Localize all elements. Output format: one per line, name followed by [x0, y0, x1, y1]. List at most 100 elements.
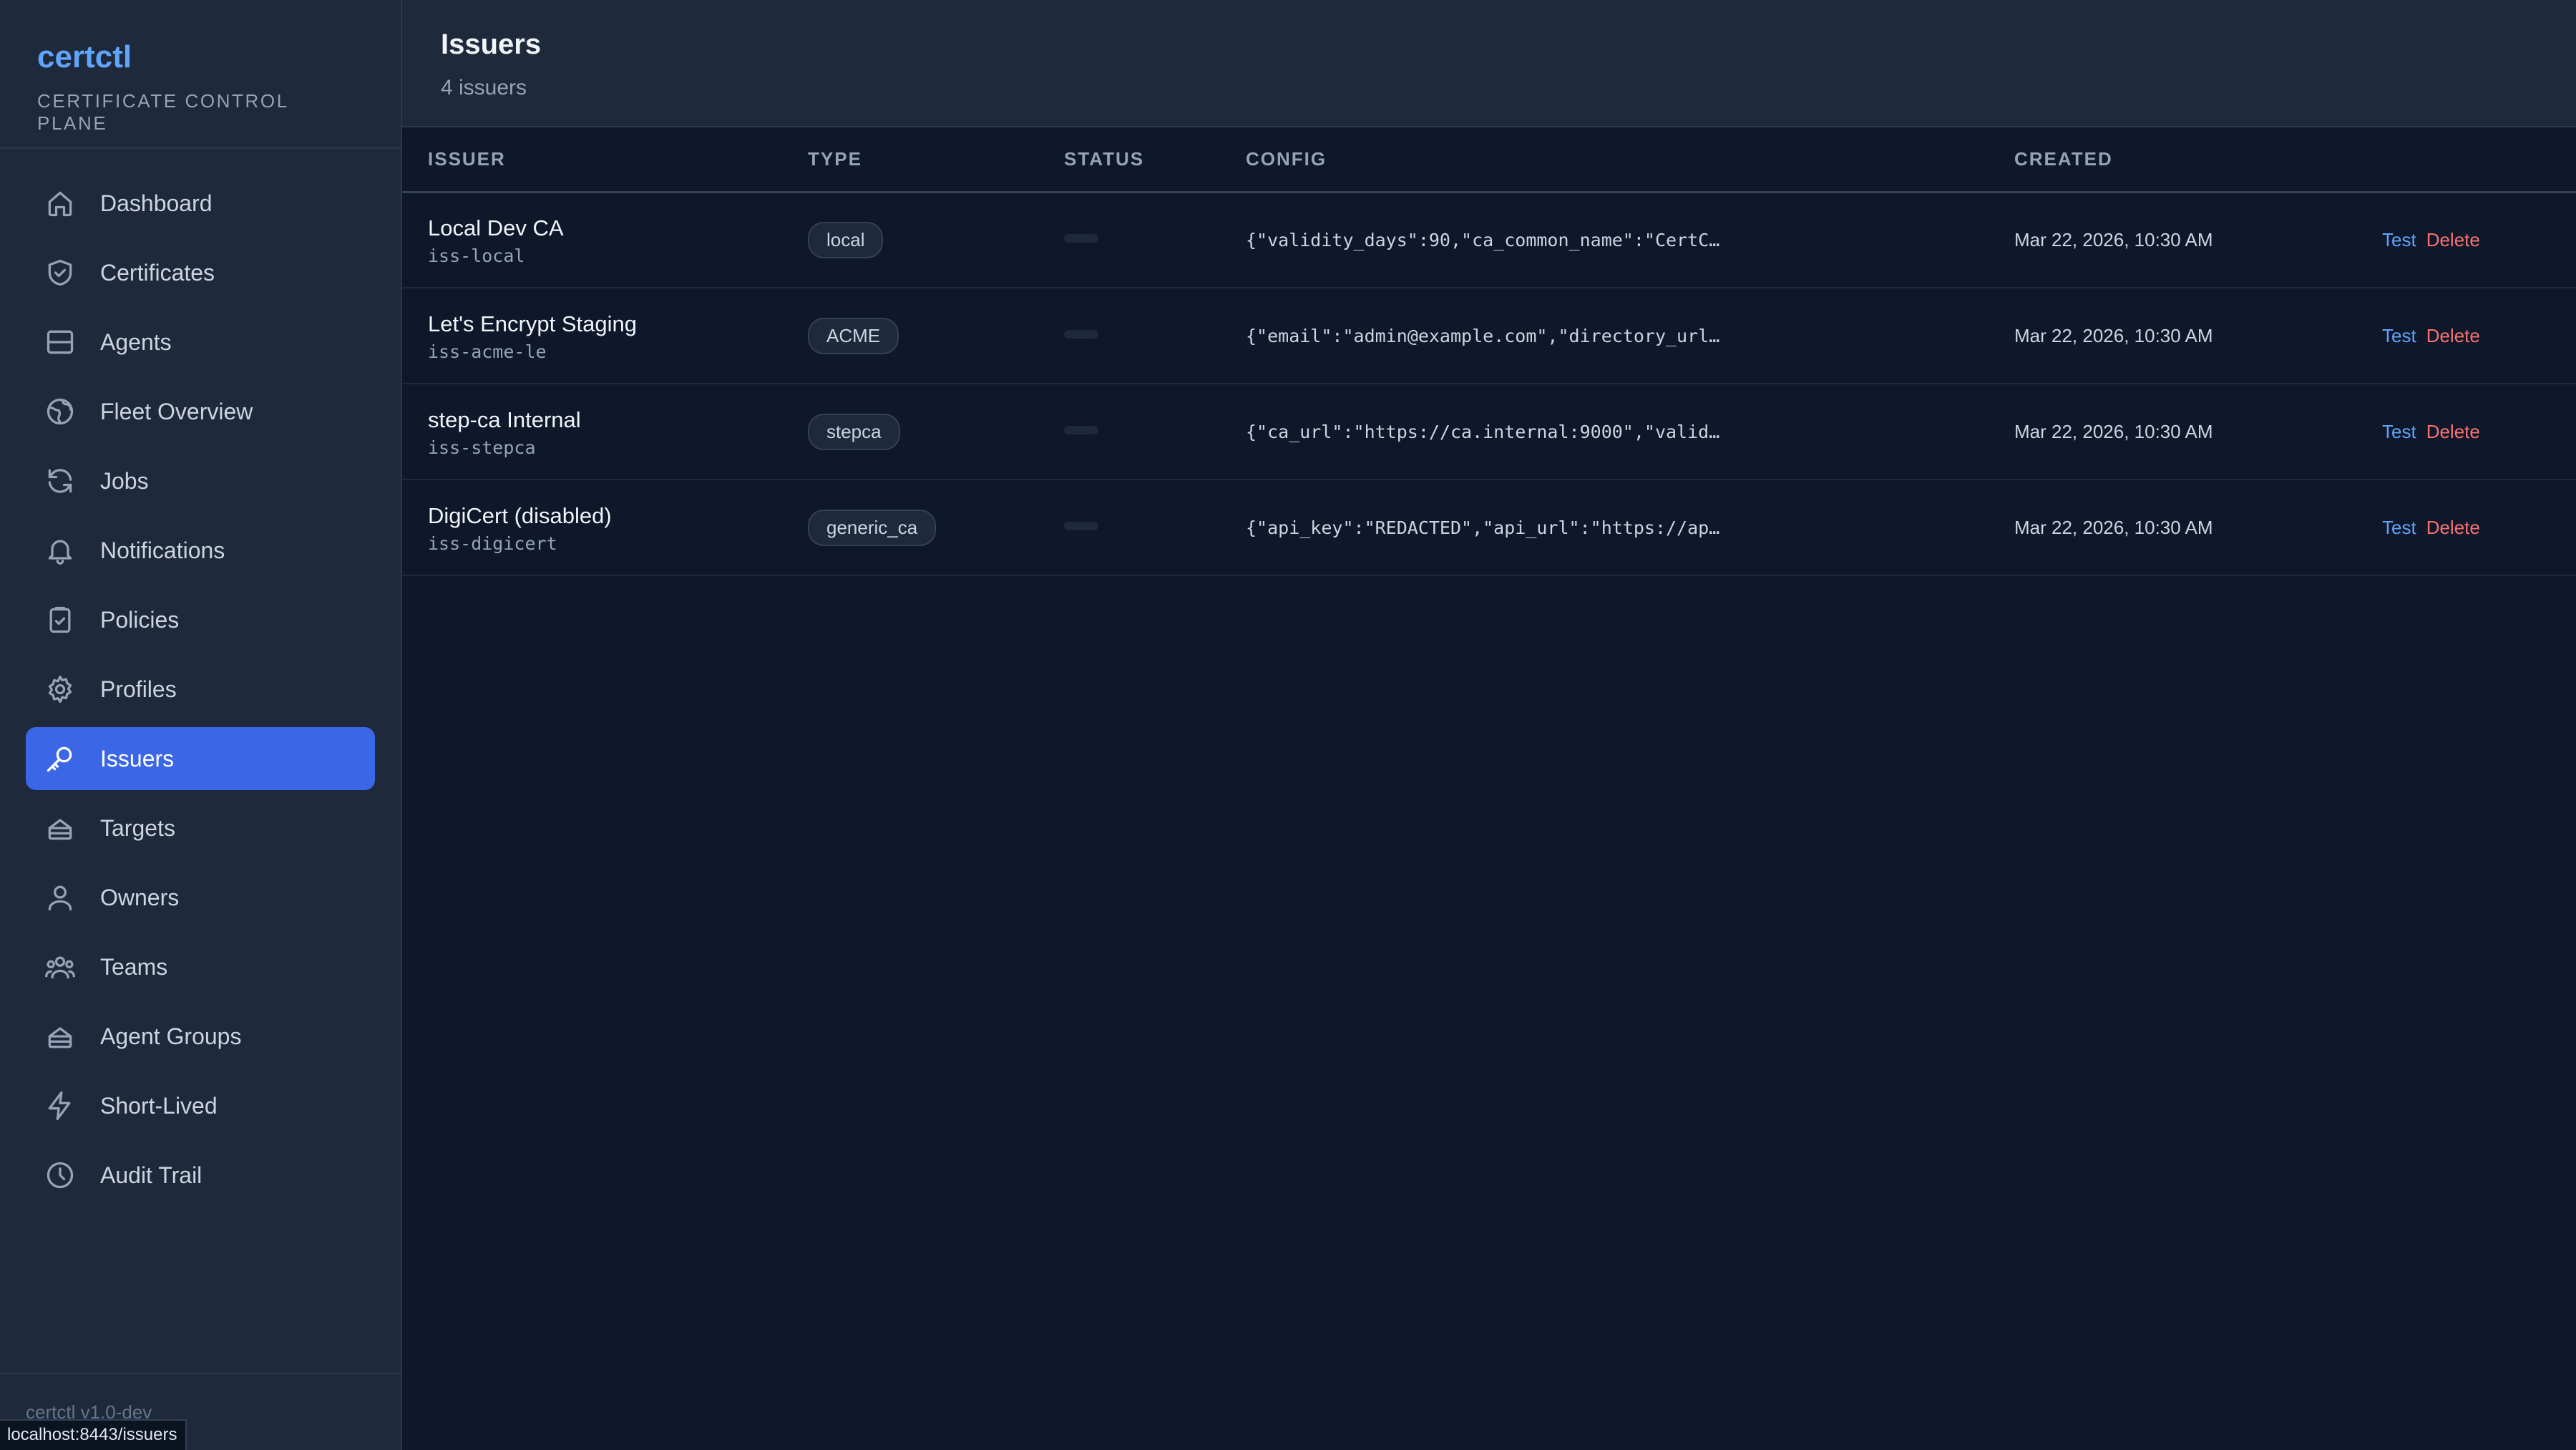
delete-button[interactable]: Delete — [2426, 229, 2480, 250]
delete-button[interactable]: Delete — [2426, 421, 2480, 442]
table-row[interactable]: DigiCert (disabled) iss-digicert generic_c… — [402, 480, 2576, 575]
globe-icon — [44, 396, 76, 427]
refresh-icon — [44, 465, 76, 497]
issuer-id: iss-stepca — [428, 437, 536, 458]
column-header-config[interactable]: CONFIG — [1220, 127, 1989, 192]
issuer-name[interactable]: Let's Encrypt Staging — [428, 310, 782, 339]
issuer-cell: Local Dev CA iss-local — [402, 192, 782, 288]
sidebar-item-notifications[interactable]: Notifications — [26, 519, 375, 582]
brand-name[interactable]: certctl — [37, 37, 364, 77]
sidebar-item-label: Dashboard — [100, 190, 213, 216]
column-header-status[interactable]: STATUS — [1038, 127, 1220, 192]
sidebar: certctl CERTIFICATE CONTROL PLANE Dashbo… — [0, 0, 402, 1450]
config-cell: {"email":"admin@example.com","directory_… — [1220, 288, 1989, 384]
sidebar-item-label: Fleet Overview — [100, 398, 253, 424]
config-json: {"email":"admin@example.com","directory_… — [1246, 325, 1720, 346]
actions-cell: Test Delete — [2356, 384, 2576, 480]
sidebar-item-agent-groups[interactable]: Agent Groups — [26, 1005, 375, 1068]
table-row[interactable]: Local Dev CA iss-local local {"validity_day… — [402, 192, 2576, 288]
status-badge — [1064, 330, 1098, 339]
issuer-cell: Let's Encrypt Staging iss-acme-le — [402, 288, 782, 384]
created-cell: Mar 22, 2026, 10:30 AM — [1989, 480, 2356, 575]
sidebar-item-fleet-overview[interactable]: Fleet Overview — [26, 380, 375, 443]
created-cell: Mar 22, 2026, 10:30 AM — [1989, 384, 2356, 480]
issuer-cell: DigiCert (disabled) iss-digicert — [402, 480, 782, 575]
created-date: Mar 22, 2026, 10:30 AM — [2014, 228, 2213, 250]
home-icon — [44, 188, 76, 219]
column-header-created[interactable]: CREATED — [1989, 127, 2356, 192]
sidebar-item-jobs[interactable]: Jobs — [26, 449, 375, 512]
created-date: Mar 22, 2026, 10:30 AM — [2014, 420, 2213, 442]
issuer-id: iss-acme-le — [428, 341, 547, 362]
sidebar-item-label: Certificates — [100, 259, 215, 286]
type-cell: ACME — [782, 288, 1038, 384]
column-header-actions — [2356, 127, 2576, 192]
type-badge: generic_ca — [808, 509, 937, 546]
sidebar-item-label: Profiles — [100, 676, 177, 702]
bell-icon — [44, 535, 76, 566]
app-root: certctl CERTIFICATE CONTROL PLANE Dashbo… — [0, 0, 2576, 1450]
sidebar-item-teams[interactable]: Teams — [26, 935, 375, 998]
brand-subtitle: CERTIFICATE CONTROL PLANE — [37, 90, 288, 134]
config-json: {"validity_days":90,"ca_common_name":"Ce… — [1246, 229, 1720, 250]
issuer-name[interactable]: Local Dev CA — [428, 214, 782, 243]
sidebar-item-label: Teams — [100, 953, 168, 980]
test-button[interactable]: Test — [2382, 517, 2416, 538]
test-button[interactable]: Test — [2382, 229, 2416, 250]
type-badge: ACME — [808, 317, 899, 354]
sidebar-item-policies[interactable]: Policies — [26, 588, 375, 651]
sidebar-item-label: Agents — [100, 329, 172, 355]
status-cell — [1038, 384, 1220, 480]
sidebar-item-label: Short-Lived — [100, 1092, 218, 1119]
status-cell — [1038, 192, 1220, 288]
sidebar-item-targets[interactable]: Targets — [26, 797, 375, 860]
sidebar-item-label: Policies — [100, 606, 180, 633]
config-json: {"ca_url":"https://ca.internal:9000","va… — [1246, 421, 1720, 442]
actions-cell: Test Delete — [2356, 480, 2576, 575]
sidebar-item-dashboard[interactable]: Dashboard — [26, 172, 375, 235]
sidebar-item-label: Audit Trail — [100, 1162, 203, 1188]
sidebar-item-owners[interactable]: Owners — [26, 866, 375, 929]
created-date: Mar 22, 2026, 10:30 AM — [2014, 324, 2213, 346]
table-row[interactable]: Let's Encrypt Staging iss-acme-le ACME {"em… — [402, 288, 2576, 384]
table-row[interactable]: step-ca Internal iss-stepca stepca {"ca_url… — [402, 384, 2576, 480]
clipboard-check-icon — [44, 604, 76, 636]
actions-cell: Test Delete — [2356, 192, 2576, 288]
delete-button[interactable]: Delete — [2426, 517, 2480, 538]
issuer-name[interactable]: step-ca Internal — [428, 406, 782, 434]
test-button[interactable]: Test — [2382, 325, 2416, 346]
sidebar-item-issuers[interactable]: Issuers — [26, 727, 375, 790]
sidebar-item-label: Jobs — [100, 467, 149, 494]
table-header-row: ISSUER TYPE STATUS CONFIG CREATED — [402, 127, 2576, 192]
issuer-name[interactable]: DigiCert (disabled) — [428, 502, 782, 530]
issuer-id: iss-digicert — [428, 532, 557, 554]
type-cell: generic_ca — [782, 480, 1038, 575]
status-cell — [1038, 480, 1220, 575]
gear-icon — [44, 673, 76, 705]
status-cell — [1038, 288, 1220, 384]
status-badge — [1064, 426, 1098, 434]
actions-cell: Test Delete — [2356, 288, 2576, 384]
table-body: Local Dev CA iss-local local {"validity_day… — [402, 192, 2576, 575]
page-title: Issuers — [441, 29, 542, 60]
type-cell: local — [782, 192, 1038, 288]
users-icon — [44, 951, 76, 983]
sidebar-item-profiles[interactable]: Profiles — [26, 658, 375, 721]
column-header-issuer[interactable]: ISSUER — [402, 127, 782, 192]
test-button[interactable]: Test — [2382, 421, 2416, 442]
type-badge: local — [808, 221, 884, 258]
sidebar-item-short-lived[interactable]: Short-Lived — [26, 1074, 375, 1137]
sidebar-item-label: Owners — [100, 884, 180, 910]
config-cell: {"validity_days":90,"ca_common_name":"Ce… — [1220, 192, 1989, 288]
config-cell: {"ca_url":"https://ca.internal:9000","va… — [1220, 384, 1989, 480]
sidebar-item-certificates[interactable]: Certificates — [26, 241, 375, 304]
config-cell: {"api_key":"REDACTED","api_url":"https:/… — [1220, 480, 1989, 575]
delete-button[interactable]: Delete — [2426, 325, 2480, 346]
sidebar-item-label: Notifications — [100, 537, 225, 563]
column-header-type[interactable]: TYPE — [782, 127, 1038, 192]
sidebar-item-audit-trail[interactable]: Audit Trail — [26, 1144, 375, 1207]
sidebar-item-agents[interactable]: Agents — [26, 311, 375, 374]
clock-icon — [44, 1159, 76, 1191]
created-cell: Mar 22, 2026, 10:30 AM — [1989, 288, 2356, 384]
user-icon — [44, 882, 76, 913]
